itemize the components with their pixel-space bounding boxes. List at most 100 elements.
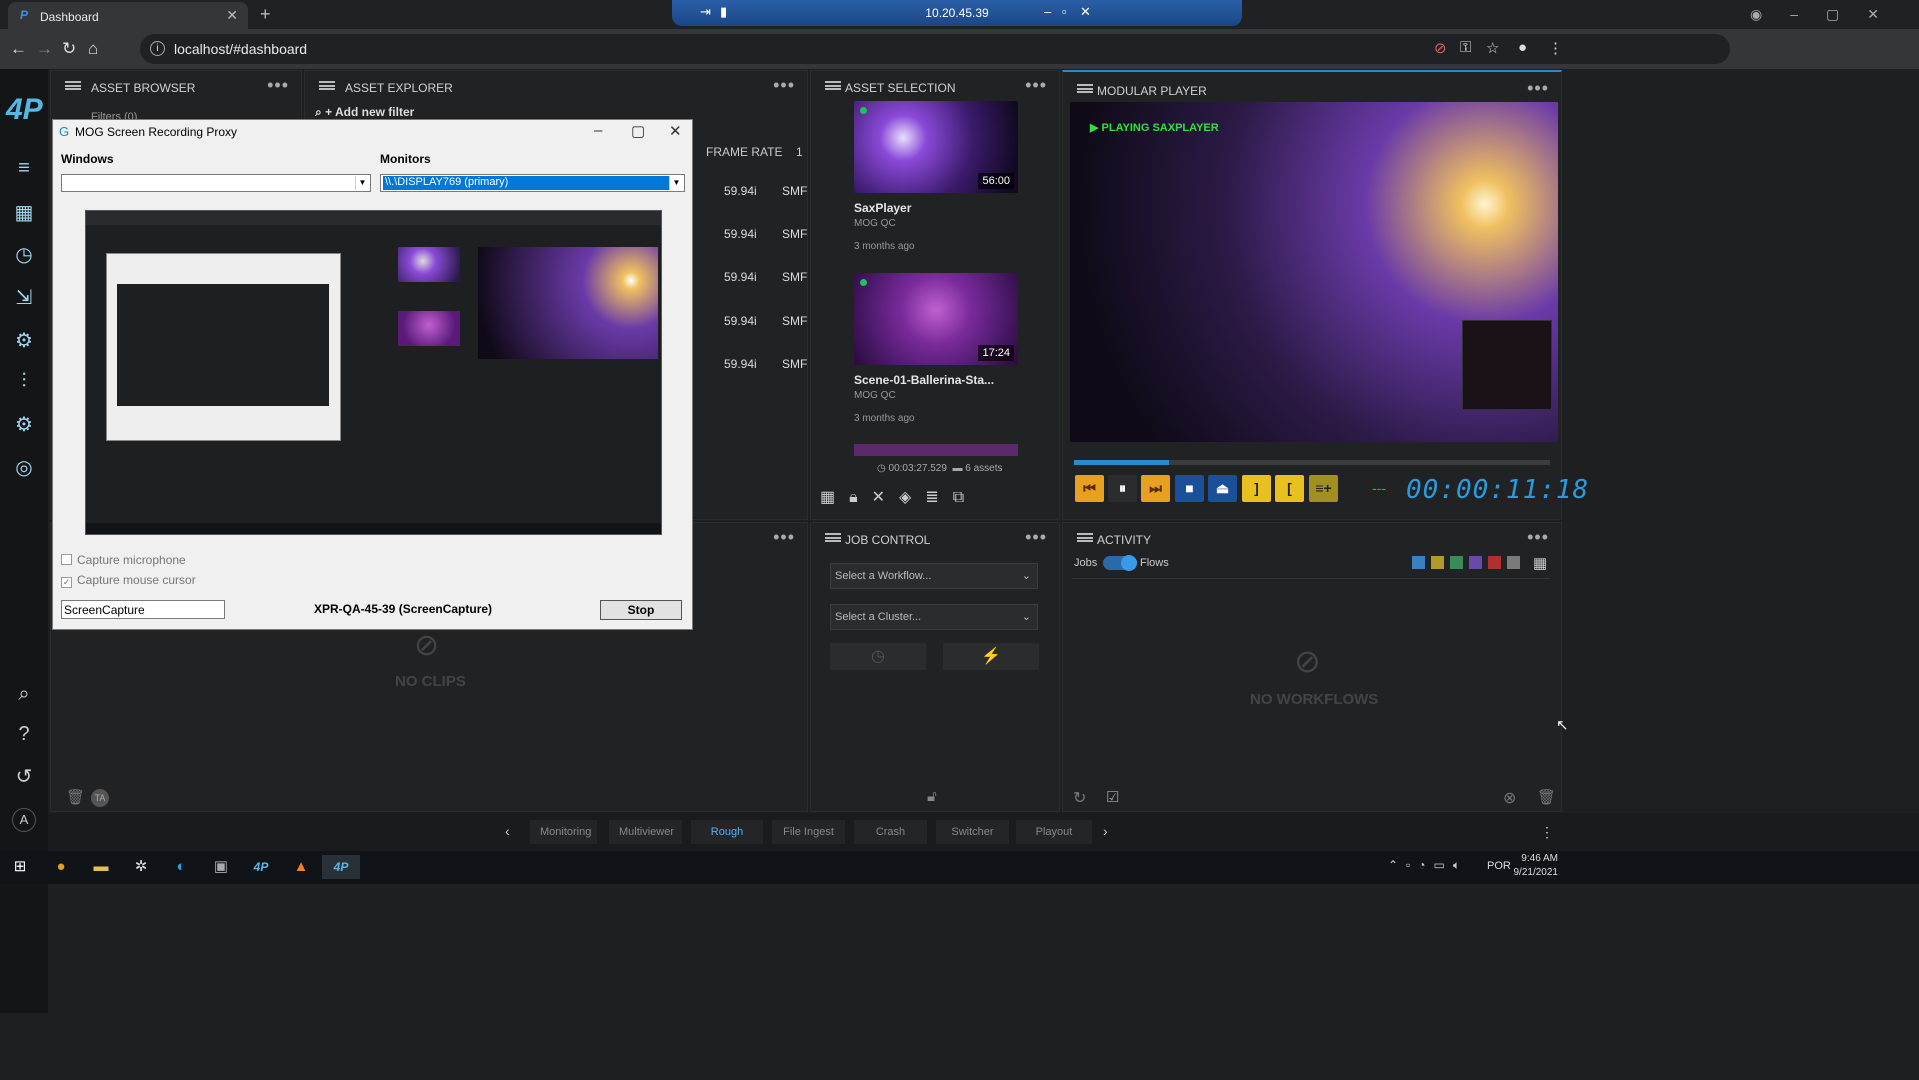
pause-button[interactable]: ⏸	[1108, 475, 1137, 502]
status-filter-swatch[interactable]	[1488, 556, 1501, 569]
calendar-icon[interactable]: ▦	[1533, 554, 1547, 572]
dashboard-icon[interactable]: ▦	[12, 200, 36, 224]
panel-options-icon[interactable]: •••	[773, 75, 795, 96]
asset-card[interactable]: 17:24 Scene-01-Ballerina-Sta... MOG QC 3…	[854, 273, 1018, 424]
schedule-button[interactable]: ◷	[830, 643, 926, 670]
refresh-icon[interactable]: ↻	[1073, 788, 1086, 808]
tab-multiviewer[interactable]: Multiviewer	[609, 820, 682, 844]
remote-desktop-icon[interactable]: ▣	[207, 855, 235, 879]
dialog-close-icon[interactable]: ✕	[669, 122, 682, 140]
stop-button[interactable]: ■	[1175, 475, 1204, 502]
home-icon[interactable]: ⌂	[88, 39, 98, 59]
panel-menu-icon[interactable]	[825, 533, 841, 542]
column-header-frame-rate[interactable]: FRAME RATE	[706, 145, 782, 159]
tab-file-ingest[interactable]: File Ingest	[772, 820, 845, 844]
tag-avatar-icon[interactable]: TA	[91, 789, 109, 807]
panel-menu-icon[interactable]	[319, 81, 335, 90]
back-icon[interactable]: ←	[10, 39, 27, 59]
rdp-close-icon[interactable]: ✕	[1080, 4, 1091, 20]
history-icon[interactable]: ↺	[12, 764, 36, 788]
panel-options-icon[interactable]: •••	[1527, 527, 1549, 548]
tab-rough-cut[interactable]: Rough Cut	[691, 820, 763, 862]
equalizer-icon[interactable]: ⫶	[12, 370, 36, 394]
app-logo[interactable]: 4P	[6, 93, 43, 127]
info-icon[interactable]: i	[150, 41, 165, 56]
radar-icon[interactable]: ◎	[12, 455, 36, 479]
rdp-restore-icon[interactable]: ▫	[1062, 4, 1067, 19]
mark-out-button[interactable]: ]	[1242, 475, 1271, 502]
dialog-minimize-icon[interactable]: –	[594, 122, 602, 139]
app-4p-active-icon[interactable]: 4P	[322, 855, 360, 879]
more-icon[interactable]: ⋮	[1540, 824, 1554, 841]
panel-options-icon[interactable]: •••	[267, 75, 289, 96]
playlist-icon[interactable]: ≣	[925, 489, 952, 506]
tabs-next-icon[interactable]: ›	[1103, 823, 1108, 839]
input-language[interactable]: POR	[1487, 860, 1511, 872]
camera-blocked-icon[interactable]: ⊘	[1434, 39, 1447, 57]
tab-monitoring[interactable]: Monitoring	[530, 820, 597, 844]
clock-date[interactable]: 9/21/2021	[1512, 867, 1559, 878]
checklist-icon[interactable]: ☑	[1106, 788, 1119, 806]
workflow-gears-icon[interactable]: ⚙	[12, 328, 36, 352]
edge-icon[interactable]: ◐	[167, 855, 195, 879]
jobs-flows-toggle[interactable]	[1103, 555, 1137, 571]
asset-thumbnail[interactable]: 17:24	[854, 273, 1018, 365]
video-viewport[interactable]	[1070, 102, 1558, 442]
status-filter-swatch[interactable]	[1469, 556, 1482, 569]
status-filter-swatch[interactable]	[1412, 556, 1425, 569]
panel-options-icon[interactable]: •••	[1527, 78, 1549, 99]
capture-name-input[interactable]: ScreenCapture	[61, 600, 225, 619]
key-icon[interactable]: ⚿	[1460, 39, 1471, 56]
ingest-icon[interactable]: ⇲	[12, 285, 36, 309]
rdp-minimize-icon[interactable]: –	[1044, 4, 1051, 19]
panel-menu-icon[interactable]	[65, 81, 81, 90]
panel-options-icon[interactable]: •••	[773, 527, 795, 548]
workflow-select[interactable]: Select a Workflow... ⌄	[830, 563, 1038, 589]
app-4p-icon[interactable]: 4P	[247, 855, 275, 879]
windows-start-icon[interactable]: ⊞	[6, 855, 34, 879]
panel-menu-icon[interactable]	[825, 81, 841, 90]
skip-back-button[interactable]: ⏮	[1075, 475, 1104, 502]
close-tab-icon[interactable]: ✕	[226, 7, 238, 24]
clock-time[interactable]: 9:46 AM	[1518, 853, 1558, 864]
add-to-list-button[interactable]: ≡+	[1309, 475, 1338, 502]
bookmark-star-icon[interactable]: ☆	[1486, 39, 1499, 57]
tab-crash-record[interactable]: Crash Record	[854, 820, 927, 862]
status-filter-swatch[interactable]	[1431, 556, 1444, 569]
search-icon[interactable]: ⌕	[12, 683, 36, 707]
reload-icon[interactable]: ↻	[62, 39, 76, 59]
tab-playout-prep[interactable]: Playout Prepar...	[1016, 820, 1092, 862]
snip-tool-icon[interactable]: ✲	[127, 855, 155, 879]
monitors-select[interactable]: \\.\DISPLAY769 (primary) ▼	[380, 174, 685, 192]
panel-options-icon[interactable]: •••	[1025, 75, 1047, 96]
windows-select[interactable]: ▼	[61, 174, 371, 192]
mark-in-button[interactable]: [	[1275, 475, 1304, 502]
column-header-next[interactable]: 1	[796, 145, 803, 159]
forward-icon[interactable]: →	[36, 39, 53, 59]
help-icon[interactable]: ?	[12, 723, 36, 747]
add-filter-button[interactable]: ⌕ + Add new filter	[315, 105, 414, 120]
layers-icon[interactable]: ◈	[899, 489, 925, 506]
profile-icon[interactable]: ●	[1518, 39, 1527, 56]
dialog-maximize-icon[interactable]: ▢	[631, 122, 645, 140]
pin-icon[interactable]: ⇥	[700, 4, 711, 20]
clear-all-icon[interactable]: ⊗	[1503, 788, 1516, 808]
browser-tab[interactable]: P Dashboard ✕	[8, 2, 248, 29]
cluster-select[interactable]: Select a Cluster... ⌄	[830, 604, 1038, 630]
export-icon[interactable]: ⧉	[953, 489, 978, 506]
clear-icon[interactable]: ✕	[872, 489, 899, 506]
asset-card[interactable]: 56:00 SaxPlayer MOG QC 3 months ago	[854, 101, 1018, 252]
trash-icon[interactable]: 🗑︎	[1537, 788, 1556, 806]
settings-icon[interactable]: ⚙	[12, 412, 36, 436]
seek-bar[interactable]	[1074, 460, 1550, 465]
panel-options-icon[interactable]: •••	[1025, 527, 1047, 548]
file-explorer-icon[interactable]: ▬	[87, 855, 115, 879]
system-tray-icons[interactable]: ⌃▫◔▭🔈︎	[1388, 858, 1468, 873]
capture-cursor-checkbox[interactable]: ✓ Capture mouse cursor	[61, 573, 196, 588]
hamburger-menu-icon[interactable]: ≡	[12, 157, 36, 181]
panel-menu-icon[interactable]	[1077, 533, 1093, 542]
clock-icon[interactable]: ◷	[12, 242, 36, 266]
lock-icon[interactable]: 🔒︎	[849, 489, 872, 506]
trash-icon[interactable]: 🗑︎	[66, 788, 85, 806]
status-filter-swatch[interactable]	[1450, 556, 1463, 569]
